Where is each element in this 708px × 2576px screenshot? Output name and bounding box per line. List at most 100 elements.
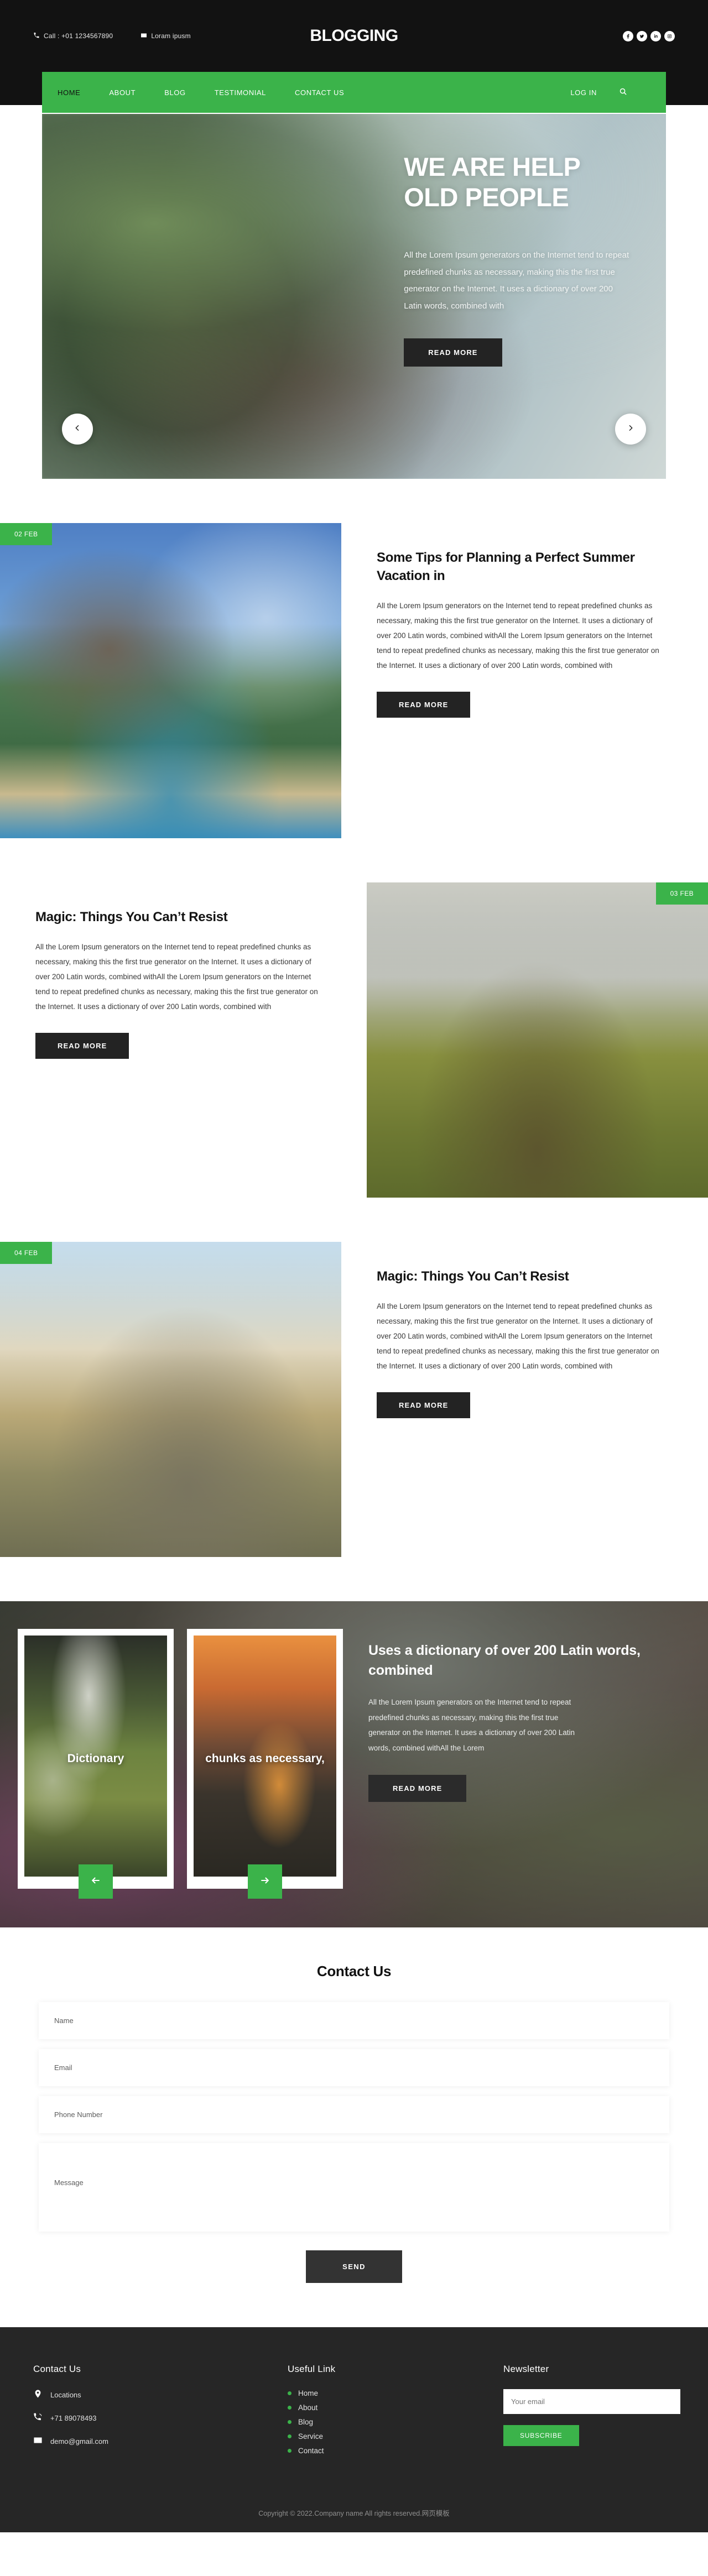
post-date-badge-1: 02 FEB [0, 523, 53, 545]
instagram-icon[interactable] [664, 30, 675, 41]
contact-section: Contact Us SEND [0, 1927, 708, 2327]
testimonial-card-2[interactable]: chunks as necessary, [187, 1629, 343, 1899]
search-button[interactable] [619, 87, 627, 97]
blog-section: 02 FEB Some Tips for Planning a Perfect … [0, 479, 708, 1557]
email-text: Loram ipusm [151, 32, 191, 40]
post-title-3: Magic: Things You Can’t Resist [377, 1269, 569, 1284]
bullet-icon [288, 2434, 291, 2438]
post-body-2: All the Lorem Ipsum generators on the In… [35, 943, 318, 1011]
post-image-2: 03 FEB [367, 882, 708, 1198]
phone-icon [33, 32, 40, 40]
phone-input[interactable] [39, 2096, 669, 2133]
footer-link-contact[interactable]: Contact [298, 2447, 324, 2455]
testimonial-prev-button[interactable] [79, 1864, 113, 1899]
hero-prev-button[interactable] [62, 414, 93, 445]
bullet-icon [288, 2449, 291, 2453]
nav-item-contact-us[interactable]: CONTACT US [295, 88, 344, 97]
name-input[interactable] [39, 2002, 669, 2039]
linkedin-icon[interactable] [650, 30, 661, 41]
nav-band: HOME ABOUT BLOG TESTIMONIAL CONTACT US L… [0, 72, 708, 113]
page-root: Call : +01 1234567890 Loram ipusm BLOGGI… [0, 0, 708, 2532]
hero-slider: WE ARE HELP OLD PEOPLE All the Lorem Ips… [42, 114, 666, 479]
footer-location-text: Locations [50, 2390, 81, 2399]
testimonial-cards: Dictionary chunks as necessary, [0, 1601, 343, 1927]
footer-link-service[interactable]: Service [298, 2432, 323, 2441]
testimonial-text: Uses a dictionary of over 200 Latin word… [343, 1601, 708, 1927]
main-navigation: HOME ABOUT BLOG TESTIMONIAL CONTACT US L… [42, 72, 666, 113]
post-text-2: Magic: Things You Can’t Resist All the L… [0, 882, 367, 1059]
envelope-icon [140, 32, 147, 40]
newsletter-email-input[interactable] [503, 2389, 680, 2414]
footer-email[interactable]: demo@gmail.com [33, 2436, 254, 2447]
nav-links: HOME ABOUT BLOG TESTIMONIAL CONTACT US [58, 88, 344, 97]
footer-phone[interactable]: +71 89078493 [33, 2412, 254, 2423]
chevron-left-icon [73, 424, 82, 435]
testimonial-card-1[interactable]: Dictionary [18, 1629, 174, 1899]
footer-link-item: Home [288, 2389, 470, 2397]
footer-email-text: demo@gmail.com [50, 2437, 108, 2446]
nav-right-group: LOG IN [570, 87, 666, 97]
footer-link-item: Blog [288, 2418, 470, 2426]
testimonial-read-more-button[interactable]: READ MORE [368, 1774, 467, 1802]
post-image-3: 04 FEB [0, 1242, 341, 1557]
footer-link-item: Contact [288, 2447, 470, 2455]
testimonial-title: Uses a dictionary of over 200 Latin word… [368, 1643, 641, 1678]
post-read-more-button-2[interactable]: READ MORE [35, 1033, 129, 1059]
phone-contact[interactable]: Call : +01 1234567890 [33, 32, 113, 40]
nav-item-about[interactable]: ABOUT [109, 88, 136, 97]
footer-links-heading: Useful Link [288, 2364, 336, 2374]
footer-link-blog[interactable]: Blog [298, 2418, 313, 2426]
testimonial-label-2: chunks as necessary, [205, 1752, 325, 1765]
testimonial-next-button[interactable] [248, 1864, 282, 1899]
twitter-icon[interactable] [637, 30, 647, 41]
hero-title-line-1: WE ARE HELP [404, 152, 581, 181]
email-contact[interactable]: Loram ipusm [140, 32, 191, 40]
nav-item-login[interactable]: LOG IN [570, 88, 597, 97]
post-read-more-button-1[interactable]: READ MORE [377, 692, 471, 718]
footer-link-home[interactable]: Home [298, 2389, 318, 2397]
nav-item-testimonial[interactable]: TESTIMONIAL [215, 88, 266, 97]
post-read-more-button-3[interactable]: READ MORE [377, 1392, 471, 1419]
top-bar: Call : +01 1234567890 Loram ipusm BLOGGI… [0, 0, 708, 72]
blog-post-row-3: 04 FEB Magic: Things You Can’t Resist Al… [0, 1242, 708, 1557]
post-text-1: Some Tips for Planning a Perfect Summer … [341, 523, 708, 718]
nav-item-blog[interactable]: BLOG [164, 88, 186, 97]
message-input[interactable] [39, 2143, 669, 2232]
footer-link-item: About [288, 2403, 470, 2412]
footer-link-about[interactable]: About [298, 2403, 317, 2412]
footer-location[interactable]: Locations [33, 2389, 254, 2400]
chevron-right-icon [626, 424, 635, 435]
bullet-icon [288, 2420, 291, 2424]
top-bar-contact-group: Call : +01 1234567890 Loram ipusm [33, 32, 623, 40]
post-text-3: Magic: Things You Can’t Resist All the L… [341, 1242, 708, 1419]
hero-read-more-button[interactable]: READ MORE [404, 338, 502, 367]
nav-item-home[interactable]: HOME [58, 88, 80, 97]
post-image-1: 02 FEB [0, 523, 341, 838]
facebook-icon[interactable] [623, 30, 633, 41]
send-button-wrap: SEND [39, 2250, 669, 2283]
blog-post-row-1: 02 FEB Some Tips for Planning a Perfect … [0, 523, 708, 838]
contact-form: SEND [39, 2002, 669, 2283]
footer-contact-column: Contact Us Locations +71 89078493 demo@g… [33, 2364, 254, 2461]
subscribe-button[interactable]: SUBSCRIBE [503, 2425, 579, 2446]
search-icon [619, 87, 627, 97]
bullet-icon [288, 2391, 291, 2395]
phone-ring-icon [33, 2412, 43, 2423]
footer-links-column: Useful Link Home About Blog Service Cont… [288, 2364, 470, 2461]
hero-next-button[interactable] [615, 414, 646, 445]
contact-heading: Contact Us [316, 1963, 392, 1979]
testimonial-section: Dictionary chunks as necessary, Uses a d… [0, 1601, 708, 1927]
post-body-3: All the Lorem Ipsum generators on the In… [377, 1302, 659, 1371]
hero-description: All the Lorem Ipsum generators on the In… [404, 250, 629, 311]
hero-title-line-2: OLD PEOPLE [404, 182, 569, 212]
send-button[interactable]: SEND [306, 2250, 402, 2283]
post-body-1: All the Lorem Ipsum generators on the In… [377, 602, 659, 670]
footer-grid: Contact Us Locations +71 89078493 demo@g… [0, 2364, 708, 2461]
arrow-right-icon [259, 1875, 270, 1889]
envelope-icon [33, 2436, 43, 2447]
social-links [623, 30, 675, 41]
email-input[interactable] [39, 2049, 669, 2086]
post-title-1: Some Tips for Planning a Perfect Summer … [377, 550, 635, 584]
footer-links-list: Home About Blog Service Contact [288, 2389, 470, 2455]
hero-content: WE ARE HELP OLD PEOPLE All the Lorem Ips… [404, 151, 633, 367]
